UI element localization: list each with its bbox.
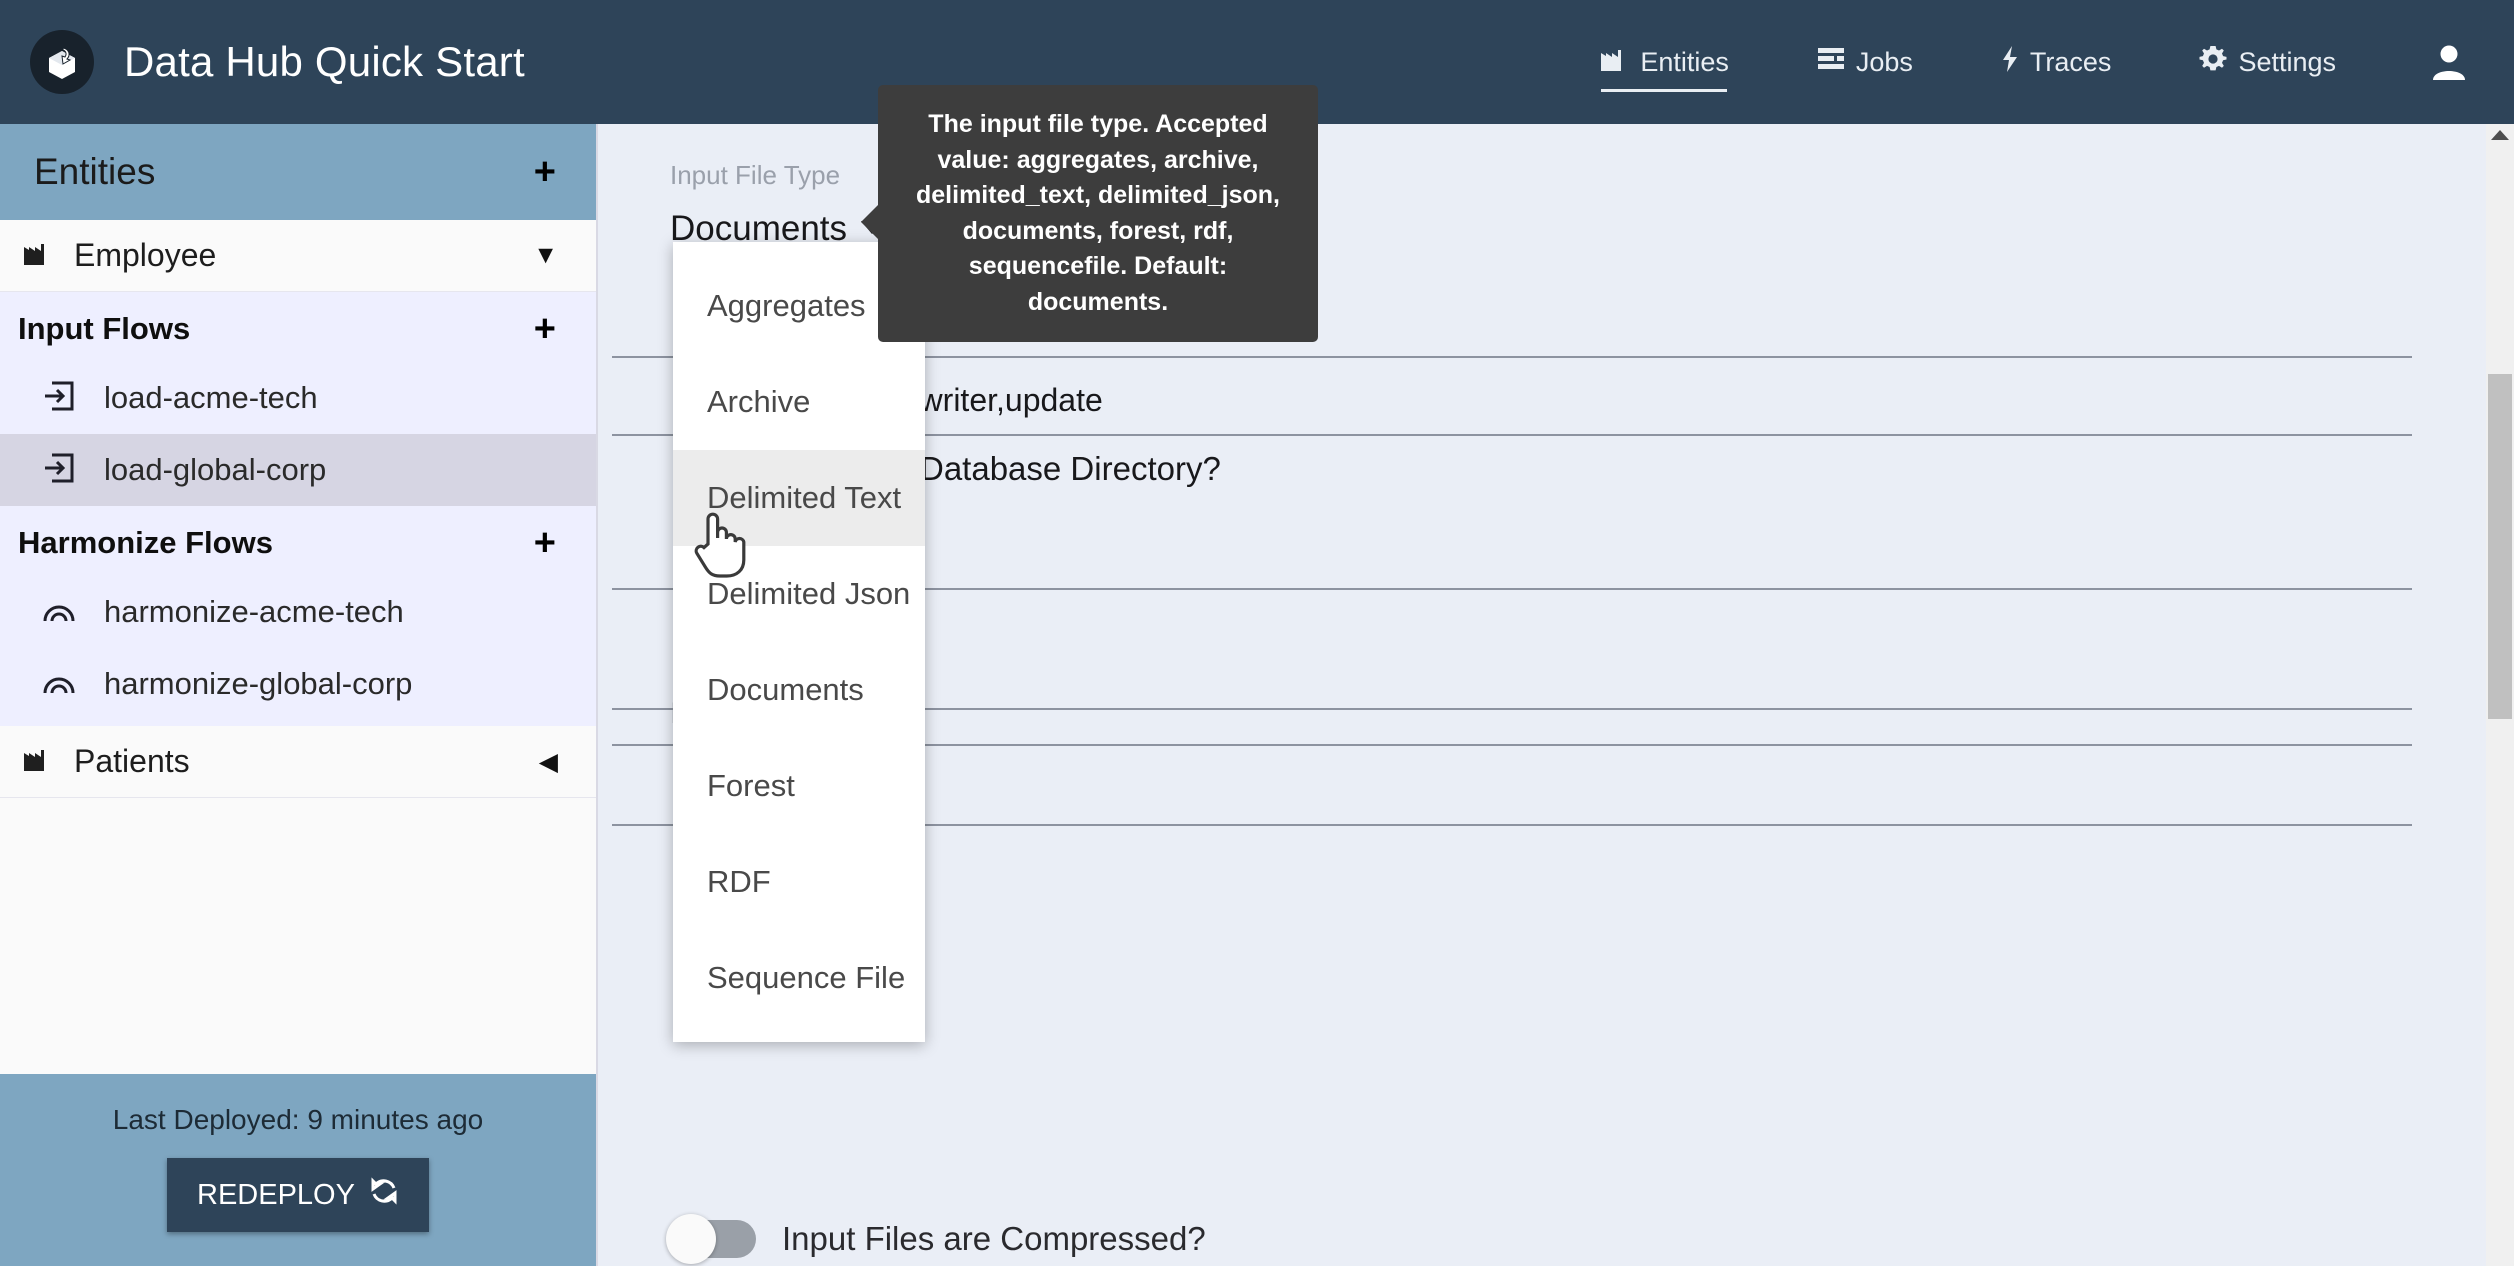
toggle-knob bbox=[666, 1214, 716, 1264]
list-icon bbox=[1817, 46, 1845, 79]
brand: Data Hub Quick Start bbox=[0, 30, 525, 94]
entity-row-patients[interactable]: Patients ◀ bbox=[0, 726, 596, 798]
nav-traces[interactable]: Traces bbox=[2001, 0, 2112, 124]
arc-flow-icon bbox=[42, 597, 76, 628]
chevron-up-icon[interactable] bbox=[2491, 130, 2509, 140]
group-header-input-flows: Input Flows + bbox=[0, 292, 596, 362]
nav-traces-label: Traces bbox=[2029, 46, 2112, 77]
input-file-type-tooltip: The input file type. Accepted value: agg… bbox=[861, 85, 1318, 342]
add-input-flow-button[interactable]: + bbox=[534, 310, 556, 348]
input-files-compressed-label: Input Files are Compressed? bbox=[782, 1220, 1206, 1257]
group-title: Harmonize Flows bbox=[18, 525, 273, 560]
dropdown-option-forest[interactable]: Forest bbox=[673, 738, 925, 834]
nav-settings[interactable]: Settings bbox=[2199, 0, 2336, 124]
import-flow-icon bbox=[42, 379, 76, 418]
factory-icon bbox=[1599, 46, 1629, 79]
dropdown-option-sequence-file[interactable]: Sequence File bbox=[673, 930, 925, 1026]
redeploy-label: REDEPLOY bbox=[197, 1178, 355, 1211]
flow-label: harmonize-global-corp bbox=[104, 666, 413, 701]
field-label-database-directory: Database Directory? bbox=[920, 450, 1221, 487]
chevron-down-icon: ▼ bbox=[533, 241, 558, 269]
entities-sidebar: Entities + Employee ▼ Input Flows + load… bbox=[0, 124, 598, 1266]
flow-label: harmonize-acme-tech bbox=[104, 594, 404, 629]
scrollbar-thumb[interactable] bbox=[2488, 374, 2512, 719]
top-navigation: Entities Jobs Traces Settings bbox=[1511, 0, 2514, 124]
entity-row-employee[interactable]: Employee ▼ bbox=[0, 220, 596, 292]
chevron-left-icon: ◀ bbox=[538, 747, 558, 776]
redeploy-button[interactable]: REDEPLOY bbox=[167, 1158, 429, 1232]
dropdown-option-rdf[interactable]: RDF bbox=[673, 834, 925, 930]
flow-item-load-global-corp[interactable]: load-global-corp bbox=[0, 434, 596, 506]
nav-entities[interactable]: Entities bbox=[1599, 0, 1729, 124]
last-deployed-status: Last Deployed: 9 minutes ago bbox=[112, 1104, 484, 1135]
sidebar-footer: Last Deployed: 9 minutes ago REDEPLOY bbox=[0, 1074, 596, 1266]
field-value-input-permissions: t-writer,update bbox=[900, 382, 1103, 418]
entity-label: Employee bbox=[74, 237, 217, 273]
flow-item-harmonize-global-corp[interactable]: harmonize-global-corp bbox=[0, 648, 596, 720]
page-scrollbar[interactable] bbox=[2486, 124, 2514, 1266]
flow-item-harmonize-acme-tech[interactable]: harmonize-acme-tech bbox=[0, 576, 596, 648]
gear-icon bbox=[2199, 45, 2227, 80]
app-root: Data Hub Quick Start Entities Jobs Trace… bbox=[0, 0, 2514, 1266]
input-files-compressed-toggle[interactable] bbox=[666, 1214, 756, 1264]
group-header-harmonize-flows: Harmonize Flows + bbox=[0, 506, 596, 576]
page-title: Data Hub Quick Start bbox=[124, 38, 525, 85]
input-file-type-label: Input File Type bbox=[670, 160, 841, 190]
sidebar-empty-space bbox=[0, 798, 596, 1074]
dropdown-option-documents[interactable]: Documents bbox=[673, 642, 925, 738]
add-harmonize-flow-button[interactable]: + bbox=[534, 524, 556, 562]
nav-jobs-label: Jobs bbox=[1855, 46, 1913, 77]
import-flow-icon bbox=[42, 451, 76, 490]
user-avatar-icon[interactable] bbox=[2432, 44, 2466, 80]
bolt-icon bbox=[2001, 45, 2019, 80]
flow-item-load-acme-tech[interactable]: load-acme-tech bbox=[0, 362, 596, 434]
refresh-icon bbox=[369, 1176, 399, 1214]
dropdown-option-archive[interactable]: Archive bbox=[673, 354, 925, 450]
flow-label: load-global-corp bbox=[104, 452, 327, 487]
group-title: Input Flows bbox=[18, 311, 191, 346]
input-file-type-dropdown-menu: Aggregates Archive Delimited Text Delimi… bbox=[673, 242, 925, 1042]
nav-entities-label: Entities bbox=[1640, 46, 1729, 77]
entity-label: Patients bbox=[74, 743, 190, 779]
flow-label: load-acme-tech bbox=[104, 380, 318, 415]
sidebar-header: Entities + bbox=[0, 124, 596, 220]
add-entity-button[interactable]: + bbox=[534, 153, 556, 191]
factory-icon bbox=[22, 240, 52, 271]
arc-flow-icon bbox=[42, 669, 76, 700]
cube-logo-icon bbox=[30, 30, 94, 94]
factory-icon bbox=[22, 746, 52, 777]
nav-jobs[interactable]: Jobs bbox=[1817, 0, 1913, 124]
nav-settings-label: Settings bbox=[2238, 46, 2336, 77]
sidebar-title: Entities bbox=[34, 151, 156, 192]
entity-employee-body: Input Flows + load-acme-tech load-global… bbox=[0, 292, 596, 726]
mouse-cursor-pointer bbox=[690, 508, 748, 583]
input-files-compressed-row: Input Files are Compressed? bbox=[666, 1214, 1206, 1264]
